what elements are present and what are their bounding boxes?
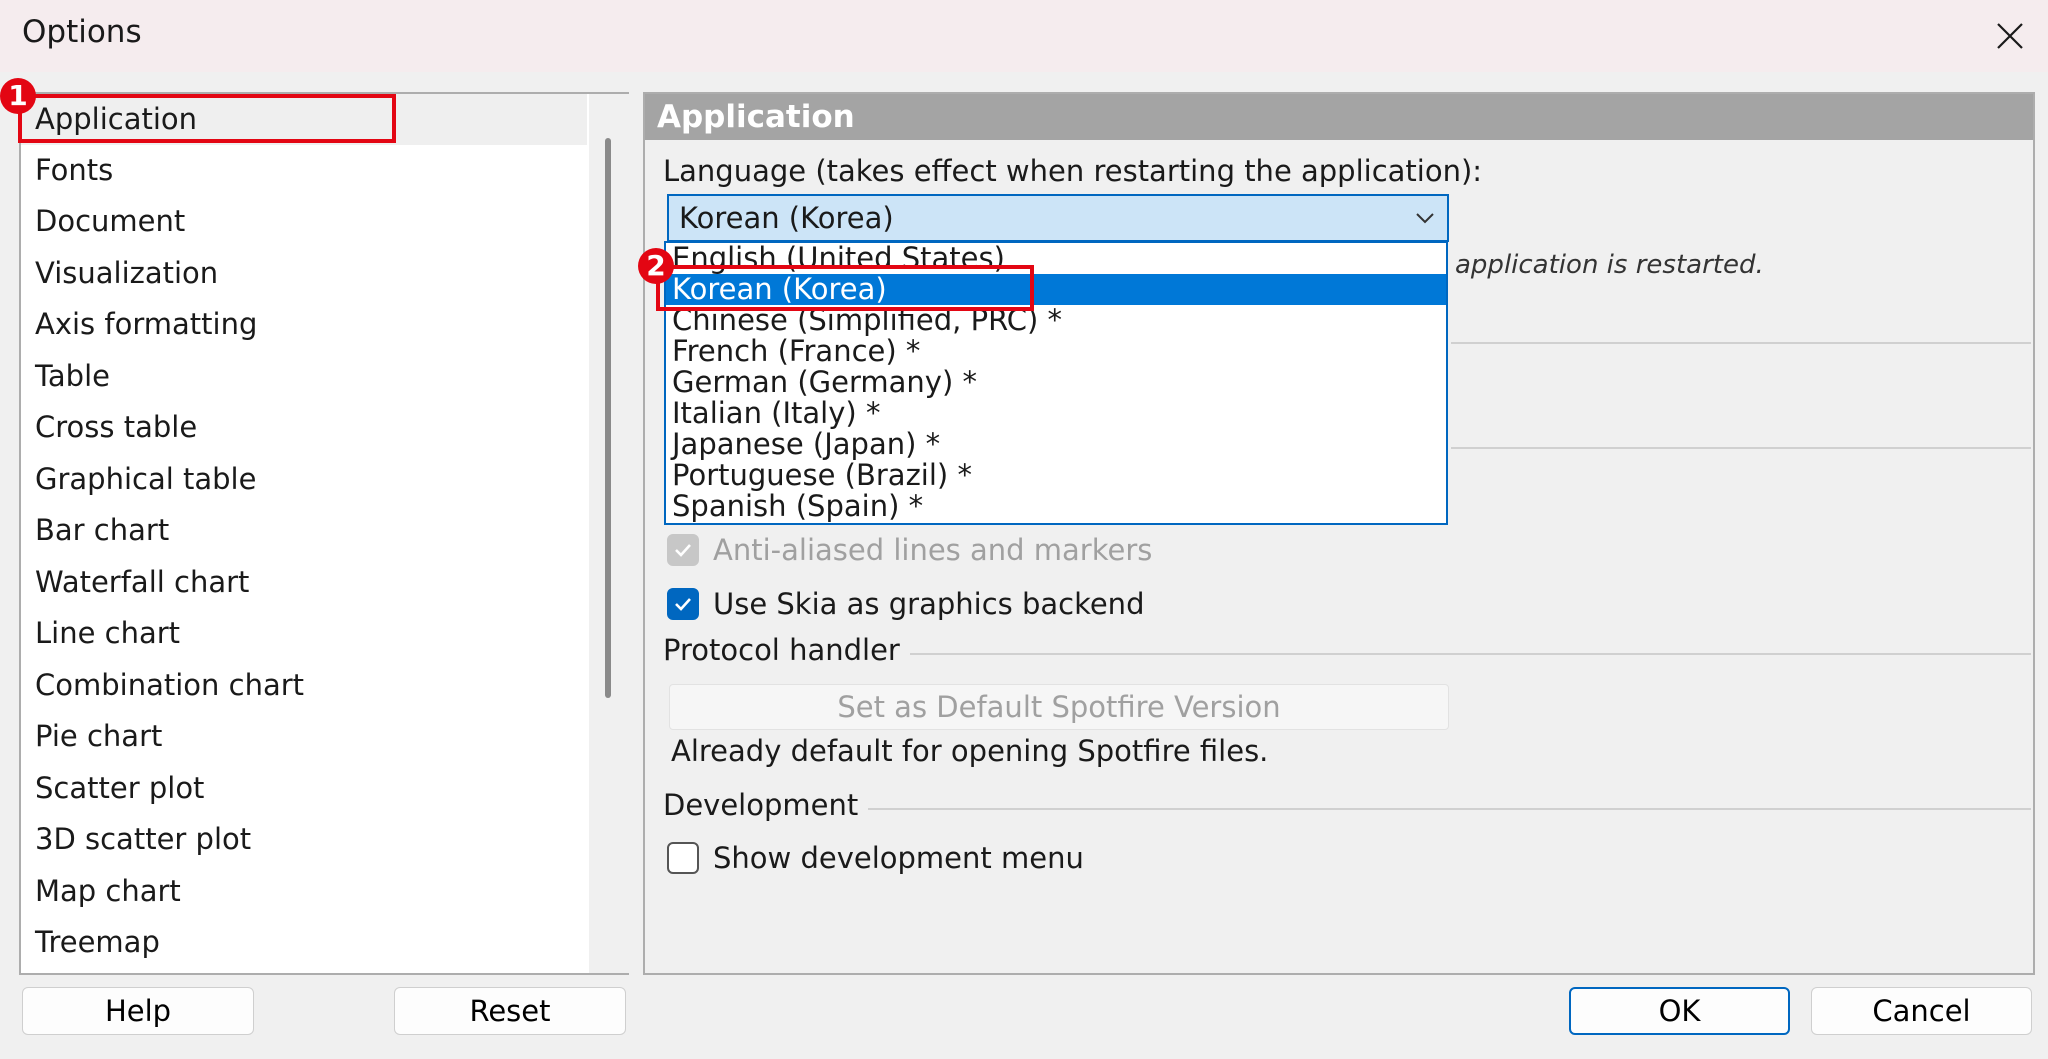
category-scrollbar-thumb[interactable]	[605, 138, 611, 698]
reset-button[interactable]: Reset	[394, 987, 626, 1035]
step-badge-1: 1	[0, 78, 36, 114]
highlight-box-application	[18, 94, 396, 143]
skia-checkbox[interactable]	[667, 588, 699, 620]
divider	[1451, 447, 2031, 449]
category-graphical-table[interactable]: Graphical table	[21, 454, 587, 505]
category-combination-chart[interactable]: Combination chart	[21, 660, 587, 711]
highlight-box-korean	[656, 265, 1034, 311]
category-pie-chart[interactable]: Pie chart	[21, 711, 587, 762]
skia-checkbox-row[interactable]: Use Skia as graphics backend	[667, 585, 1144, 623]
language-option-spanish[interactable]: Spanish (Spain) *	[666, 491, 1446, 522]
language-select[interactable]: Korean (Korea)	[667, 194, 1449, 242]
category-cross-table[interactable]: Cross table	[21, 402, 587, 453]
help-button[interactable]: Help	[22, 987, 254, 1035]
checkmark-icon	[675, 598, 691, 611]
category-table[interactable]: Table	[21, 351, 587, 402]
close-icon	[1997, 23, 2023, 49]
default-note: Already default for opening Spotfire fil…	[671, 734, 1269, 768]
window-title: Options	[22, 14, 142, 50]
category-map-chart[interactable]: Map chart	[21, 866, 587, 917]
category-scrollbar[interactable]	[589, 94, 629, 973]
category-3d-scatter-plot[interactable]: 3D scatter plot	[21, 814, 587, 865]
language-select-value: Korean (Korea)	[679, 201, 894, 235]
antialias-checkbox[interactable]	[667, 534, 699, 566]
language-label: Language (takes effect when restarting t…	[663, 154, 1483, 188]
dev-menu-checkbox-row[interactable]: Show development menu	[667, 839, 1084, 877]
category-list[interactable]: Application Fonts Document Visualization…	[19, 92, 629, 975]
category-scatter-plot[interactable]: Scatter plot	[21, 763, 587, 814]
language-option-portuguese[interactable]: Portuguese (Brazil) *	[666, 460, 1446, 491]
checkmark-icon	[675, 544, 691, 557]
panel-header: Application	[645, 94, 2033, 140]
language-option-german[interactable]: German (Germany) *	[666, 367, 1446, 398]
category-visualization[interactable]: Visualization	[21, 248, 587, 299]
development-group-label: Development	[663, 788, 869, 822]
set-default-version-button[interactable]: Set as Default Spotfire Version	[669, 684, 1449, 730]
restart-note: application is restarted.	[1455, 250, 1764, 280]
step-badge-2: 2	[638, 248, 674, 284]
dev-menu-checkbox[interactable]	[667, 842, 699, 874]
category-axis-formatting[interactable]: Axis formatting	[21, 299, 587, 350]
language-option-french[interactable]: French (France) *	[666, 336, 1446, 367]
antialias-checkbox-row[interactable]: Anti-aliased lines and markers	[667, 531, 1152, 569]
chevron-down-icon	[1416, 213, 1434, 224]
title-bar: Options	[0, 0, 2048, 72]
category-line-chart[interactable]: Line chart	[21, 608, 587, 659]
category-treemap[interactable]: Treemap	[21, 917, 587, 968]
protocol-group-label: Protocol handler	[663, 633, 910, 667]
category-document[interactable]: Document	[21, 196, 587, 247]
category-fonts[interactable]: Fonts	[21, 145, 587, 196]
cancel-button[interactable]: Cancel	[1811, 987, 2032, 1035]
language-option-japanese[interactable]: Japanese (Japan) *	[666, 429, 1446, 460]
close-button[interactable]	[1984, 10, 2036, 62]
ok-button[interactable]: OK	[1569, 987, 1790, 1035]
category-bar-chart[interactable]: Bar chart	[21, 505, 587, 556]
dev-menu-label: Show development menu	[713, 841, 1084, 875]
skia-label: Use Skia as graphics backend	[713, 587, 1145, 621]
category-waterfall-chart[interactable]: Waterfall chart	[21, 557, 587, 608]
divider	[1451, 342, 2031, 344]
language-option-italian[interactable]: Italian (Italy) *	[666, 398, 1446, 429]
settings-panel: Application Language (takes effect when …	[643, 92, 2035, 975]
antialias-label: Anti-aliased lines and markers	[713, 533, 1153, 567]
